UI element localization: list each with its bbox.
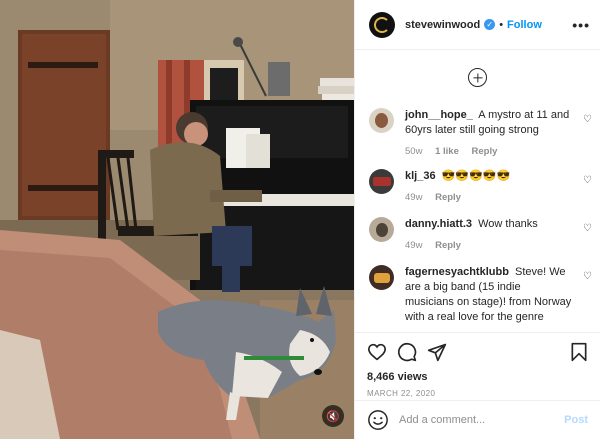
commenter-avatar[interactable] xyxy=(369,108,394,133)
commenter-avatar[interactable] xyxy=(369,265,394,290)
verified-badge-icon: ✓ xyxy=(484,19,496,30)
load-more-comments[interactable] xyxy=(355,50,600,108)
like-heart-icon[interactable] xyxy=(367,343,387,361)
comment-item: john__hope_ A mystro at 11 and 60yrs lat… xyxy=(355,108,600,159)
post-details-pane: stevewinwood ✓ • Follow ••• john__hope_ … xyxy=(354,0,600,439)
like-comment-heart-icon[interactable]: ♡ xyxy=(583,114,592,125)
comment-item: danny.hiatt.3 Wow thanks 49w Reply ♡ xyxy=(355,217,600,253)
header-separator: • xyxy=(499,18,504,31)
comment-text: 😎😎😎😎😎 xyxy=(441,170,511,182)
like-comment-heart-icon[interactable]: ♡ xyxy=(583,271,592,282)
like-comment-heart-icon[interactable]: ♡ xyxy=(583,175,592,186)
video-frame-illustration xyxy=(0,0,354,439)
plus-circle-icon[interactable] xyxy=(468,68,487,87)
comment-age[interactable]: 49w xyxy=(405,192,422,203)
share-paper-plane-icon[interactable] xyxy=(427,342,447,362)
comment-item: klj_36 😎😎😎😎😎 49w Reply ♡ xyxy=(355,169,600,205)
comment-likes[interactable]: 1 like xyxy=(435,146,459,157)
comment-age[interactable]: 49w xyxy=(405,240,422,251)
author-username[interactable]: stevewinwood xyxy=(405,19,480,31)
follow-button[interactable]: Follow xyxy=(507,19,542,31)
view-count[interactable]: 8,466 views xyxy=(367,371,588,383)
comments-list[interactable]: john__hope_ A mystro at 11 and 60yrs lat… xyxy=(355,50,600,327)
reply-button[interactable]: Reply xyxy=(435,240,461,251)
post-date[interactable]: MARCH 22, 2020 xyxy=(367,389,588,398)
add-comment-bar: Post xyxy=(355,400,600,439)
comment-item: fagernesyachtklubb Steve! We are a big b… xyxy=(355,265,600,327)
commenter-avatar[interactable] xyxy=(369,169,394,194)
instagram-post-modal: 🔇 stevewinwood ✓ • Follow ••• john__hope… xyxy=(0,0,600,439)
comment-icon[interactable] xyxy=(397,342,417,362)
comment-age[interactable]: 50w xyxy=(405,146,422,157)
reply-button[interactable]: Reply xyxy=(472,146,498,157)
author-avatar[interactable] xyxy=(369,11,395,38)
commenter-avatar[interactable] xyxy=(369,217,394,242)
comment-input[interactable] xyxy=(399,414,565,426)
more-options-icon[interactable]: ••• xyxy=(572,17,590,33)
post-actions: 8,466 views MARCH 22, 2020 xyxy=(355,332,600,398)
post-video[interactable]: 🔇 xyxy=(0,0,354,439)
post-comment-button[interactable]: Post xyxy=(564,414,588,426)
like-comment-heart-icon[interactable]: ♡ xyxy=(583,223,592,234)
reply-button[interactable]: Reply xyxy=(435,192,461,203)
post-header: stevewinwood ✓ • Follow ••• xyxy=(355,0,600,50)
save-bookmark-icon[interactable] xyxy=(570,342,588,362)
comment-username[interactable]: fagernesyachtklubb xyxy=(405,266,509,278)
comment-username[interactable]: danny.hiatt.3 xyxy=(405,218,472,230)
comment-username[interactable]: klj_36 xyxy=(405,170,436,182)
mute-toggle-icon[interactable]: 🔇 xyxy=(322,405,344,427)
emoji-icon[interactable] xyxy=(367,409,389,431)
comment-username[interactable]: john__hope_ xyxy=(405,109,473,121)
comment-text: Wow thanks xyxy=(478,218,538,230)
